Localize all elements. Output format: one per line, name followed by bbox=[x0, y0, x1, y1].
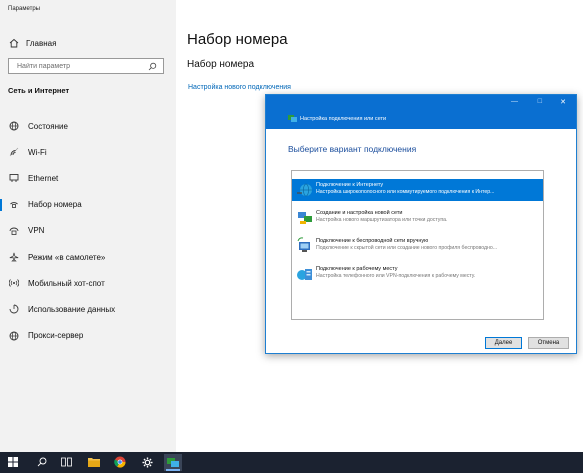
sidebar-item-label: VPN bbox=[28, 226, 45, 236]
task-view-icon[interactable] bbox=[59, 455, 73, 469]
taskbar bbox=[0, 452, 583, 473]
data-usage-icon bbox=[8, 303, 20, 315]
search-icon[interactable] bbox=[35, 455, 49, 469]
search-icon bbox=[145, 59, 159, 73]
router-setup-icon bbox=[298, 212, 312, 224]
start-icon[interactable] bbox=[6, 455, 20, 469]
settings-icon[interactable] bbox=[140, 455, 154, 469]
home-nav-item[interactable]: Главная bbox=[8, 37, 56, 49]
wifi-icon bbox=[8, 146, 20, 158]
home-label: Главная bbox=[26, 38, 57, 48]
dialog-title-bar: Настройка подключения или сети bbox=[288, 115, 386, 122]
option-title: Создание и настройка новой сети bbox=[316, 210, 403, 216]
cancel-button[interactable]: Отмена bbox=[528, 337, 569, 349]
sidebar-item-label: Ethernet bbox=[28, 173, 59, 183]
sidebar-item-vpn[interactable]: VPN bbox=[0, 218, 176, 244]
sidebar-item-label: Прокси-сервер bbox=[28, 331, 84, 341]
sidebar-item-ethernet[interactable]: Ethernet bbox=[0, 165, 176, 191]
option-connect-internet[interactable]: Подключение к Интернету Настройка широко… bbox=[292, 179, 543, 201]
next-button[interactable]: Далее bbox=[485, 337, 522, 349]
sidebar-item-label: Режим «в самолете» bbox=[28, 252, 106, 262]
dialup-icon bbox=[8, 199, 20, 211]
settings-search-box[interactable] bbox=[8, 58, 164, 74]
option-description: Подключение к скрытой сети или создание … bbox=[316, 245, 498, 251]
option-title: Подключение к беспроводной сети вручную bbox=[316, 238, 429, 244]
page-title: Набор номера bbox=[187, 31, 288, 48]
connection-options-list: Подключение к Интернету Настройка широко… bbox=[291, 170, 544, 320]
option-new-network[interactable]: Создание и настройка новой сети Настройк… bbox=[292, 207, 543, 229]
minimize-icon[interactable]: — bbox=[511, 98, 518, 105]
internet-globe-icon bbox=[297, 183, 312, 197]
sidebar-item-dialup[interactable]: Набор номера bbox=[0, 192, 176, 218]
dialog-heading: Выберите вариант подключения bbox=[288, 144, 417, 154]
setup-connection-dialog: — □ ✕ Настройка подключения или сети Выб… bbox=[265, 94, 577, 354]
file-explorer-icon[interactable] bbox=[87, 455, 101, 469]
option-title: Подключение к Интернету bbox=[316, 182, 384, 188]
close-icon[interactable]: ✕ bbox=[560, 98, 566, 106]
hotspot-icon bbox=[8, 277, 20, 289]
vpn-icon bbox=[8, 225, 20, 237]
sidebar-item-data-usage[interactable]: Использование данных bbox=[0, 296, 176, 322]
sidebar-item-label: Использование данных bbox=[28, 304, 116, 314]
option-description: Настройка телефонного или VPN-подключени… bbox=[316, 273, 476, 279]
network-setup-icon bbox=[288, 115, 297, 122]
sidebar-item-airplane-mode[interactable]: Режим «в самолете» bbox=[0, 244, 176, 270]
window-title: Параметры bbox=[8, 6, 40, 12]
sidebar-nav: Состояние Wi-Fi Ethernet Набор номера VP… bbox=[0, 113, 176, 349]
globe-icon bbox=[8, 120, 20, 132]
dialog-header: — □ ✕ Настройка подключения или сети bbox=[266, 95, 576, 129]
option-wireless-manual[interactable]: Подключение к беспроводной сети вручную … bbox=[292, 235, 543, 257]
sidebar-item-label: Мобильный хот-спот bbox=[28, 278, 105, 288]
sidebar-item-status[interactable]: Состояние bbox=[0, 113, 176, 139]
settings-sidebar: Параметры Главная Сеть и Интернет Состоя… bbox=[0, 0, 176, 452]
sidebar-item-label: Состояние bbox=[28, 121, 68, 131]
option-description: Настройка нового маршрутизатора или точк… bbox=[316, 217, 448, 223]
sidebar-item-mobile-hotspot[interactable]: Мобильный хот-спот bbox=[0, 270, 176, 296]
option-description: Настройка широкополосного или коммутируе… bbox=[316, 189, 495, 195]
option-title: Подключение к рабочему месту bbox=[316, 266, 398, 272]
option-workplace[interactable]: Подключение к рабочему месту Настройка т… bbox=[292, 263, 543, 285]
section-title: Сеть и Интернет bbox=[8, 86, 70, 95]
sidebar-item-label: Набор номера bbox=[28, 200, 82, 210]
section-subtitle: Набор номера bbox=[187, 59, 255, 70]
search-input[interactable] bbox=[9, 62, 145, 70]
maximize-icon[interactable]: □ bbox=[538, 98, 542, 105]
ethernet-icon bbox=[8, 172, 20, 184]
sidebar-item-proxy[interactable]: Прокси-сервер bbox=[0, 323, 176, 349]
home-icon bbox=[8, 37, 20, 49]
workplace-icon bbox=[297, 269, 312, 280]
dialog-title: Настройка подключения или сети bbox=[300, 115, 387, 122]
sidebar-item-label: Wi-Fi bbox=[28, 147, 47, 157]
network-setup-icon[interactable] bbox=[164, 454, 182, 471]
airplane-icon bbox=[8, 251, 20, 263]
chrome-icon[interactable] bbox=[113, 455, 127, 469]
sidebar-item-wifi[interactable]: Wi-Fi bbox=[0, 139, 176, 165]
wireless-network-icon bbox=[297, 237, 310, 252]
proxy-icon bbox=[8, 330, 20, 342]
setup-new-connection-link[interactable]: Настройка нового подключения bbox=[188, 84, 291, 91]
